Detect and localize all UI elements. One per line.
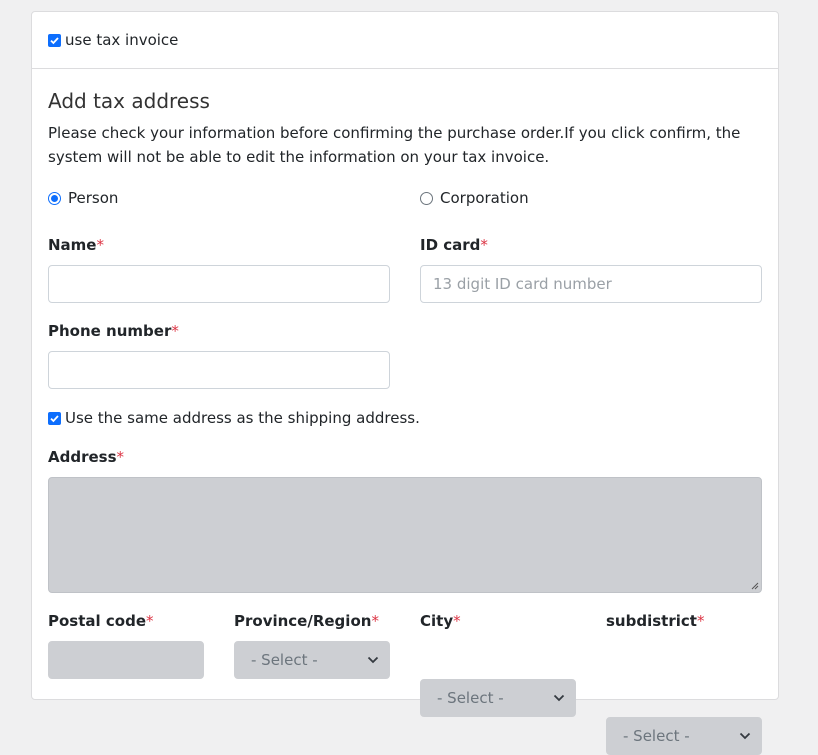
required-mark: * — [696, 612, 705, 630]
card-header: use tax invoice — [32, 12, 778, 69]
subdistrict-label: subdistrict* — [606, 612, 704, 630]
required-mark: * — [480, 236, 488, 254]
city-label-text: City — [420, 612, 454, 630]
chevron-down-icon — [553, 694, 565, 702]
province-select[interactable]: - Select - — [234, 641, 390, 679]
use-tax-invoice-label[interactable]: use tax invoice — [65, 31, 178, 49]
id-card-label: ID card* — [420, 236, 488, 254]
postal-code-input[interactable] — [48, 641, 204, 679]
check-icon — [50, 414, 59, 422]
name-input[interactable] — [48, 265, 390, 303]
postal-code-label: Postal code* — [48, 612, 154, 630]
address-textarea[interactable] — [48, 477, 762, 593]
city-label: City* — [420, 612, 461, 630]
city-select-value: - Select - — [437, 689, 504, 707]
chevron-down-icon — [367, 656, 379, 664]
required-mark: * — [146, 612, 154, 630]
address-label-text: Address — [48, 448, 117, 466]
province-label-text: Province/Region — [234, 612, 372, 630]
required-mark: * — [453, 612, 461, 630]
required-mark: * — [116, 448, 125, 466]
required-mark: * — [96, 236, 104, 254]
required-mark: * — [371, 612, 379, 630]
name-label-text: Name — [48, 236, 97, 254]
resize-grip-icon[interactable] — [749, 580, 759, 590]
province-select-value: - Select - — [251, 651, 318, 669]
subdistrict-select[interactable]: - Select - — [606, 717, 762, 755]
phone-input[interactable] — [48, 351, 390, 389]
form-title: Add tax address — [48, 89, 210, 113]
postal-code-label-text: Postal code — [48, 612, 146, 630]
form-description: Please check your information before con… — [48, 124, 741, 166]
radio-corporation-label[interactable]: Corporation — [440, 189, 529, 207]
id-card-input[interactable] — [420, 265, 762, 303]
name-label: Name* — [48, 236, 104, 254]
province-label: Province/Region* — [234, 612, 379, 630]
radio-person[interactable]: Person — [48, 189, 118, 207]
tax-address-form: Add tax address Please check your inform… — [32, 69, 778, 755]
same-address-checkbox[interactable] — [48, 411, 61, 425]
required-mark: * — [171, 322, 179, 340]
use-tax-invoice-checkbox[interactable] — [48, 33, 61, 47]
phone-label-text: Phone number — [48, 322, 172, 340]
radio-person-indicator[interactable] — [48, 191, 61, 205]
radio-corporation[interactable]: Corporation — [420, 189, 529, 207]
check-icon — [50, 36, 59, 44]
id-card-label-text: ID card — [420, 236, 481, 254]
same-address-label[interactable]: Use the same address as the shipping add… — [65, 409, 420, 427]
subdistrict-select-value: - Select - — [623, 727, 690, 745]
city-select[interactable]: - Select - — [420, 679, 576, 717]
radio-person-label[interactable]: Person — [68, 189, 118, 207]
radio-corporation-indicator[interactable] — [420, 191, 433, 205]
phone-label: Phone number* — [48, 322, 179, 340]
same-address-option[interactable]: Use the same address as the shipping add… — [48, 409, 420, 427]
chevron-down-icon — [739, 732, 751, 740]
subdistrict-label-text: subdistrict — [606, 612, 697, 630]
address-label: Address* — [48, 448, 124, 466]
tax-invoice-card: use tax invoice Add tax address Please c… — [31, 11, 779, 755]
